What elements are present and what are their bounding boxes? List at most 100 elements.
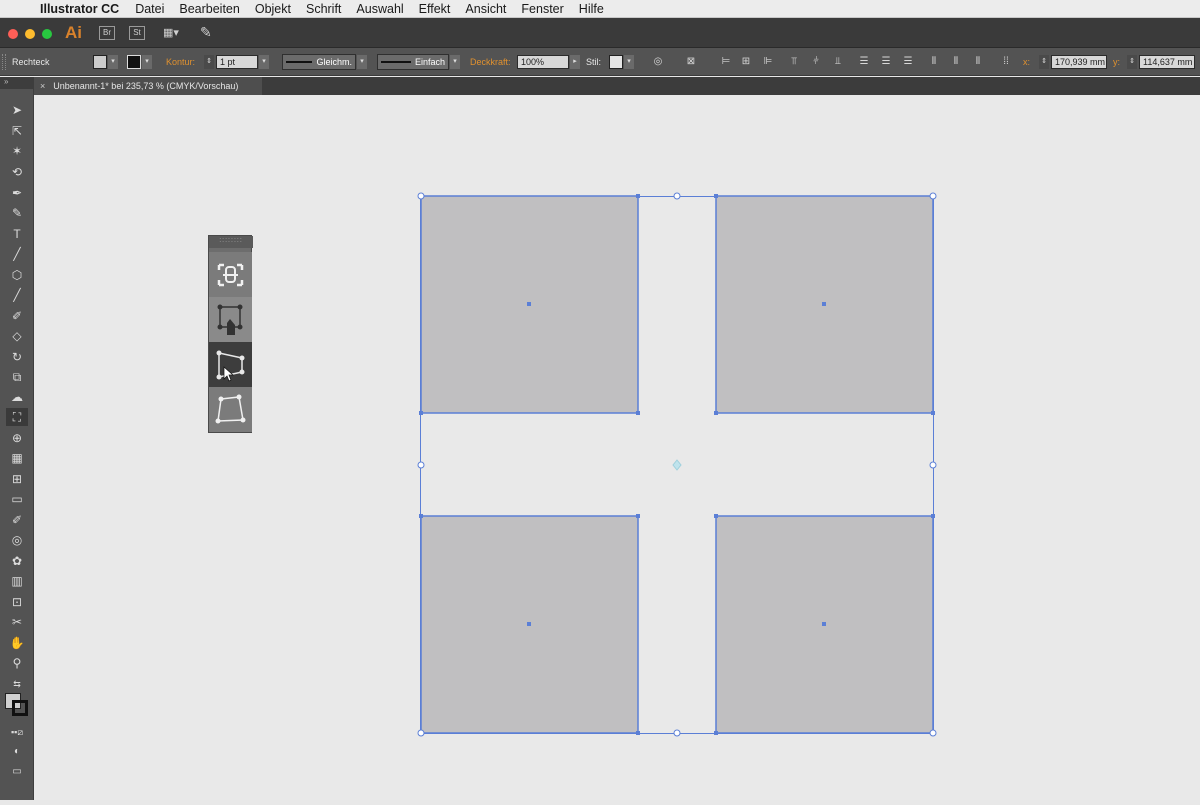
distribute-vcenter-icon[interactable]: ☰ bbox=[880, 56, 892, 68]
close-window-button[interactable] bbox=[8, 29, 18, 39]
eraser-tool-icon[interactable]: ◇ bbox=[6, 327, 28, 345]
slice-tool-icon[interactable]: ✂ bbox=[6, 613, 28, 631]
menu-objekt[interactable]: Objekt bbox=[255, 2, 291, 16]
magic-wand-tool-icon[interactable]: ✶ bbox=[6, 142, 28, 160]
panel-grip-icon[interactable] bbox=[2, 54, 6, 70]
mesh-tool-icon[interactable]: ⊞ bbox=[6, 470, 28, 488]
menu-bearbeiten[interactable]: Bearbeiten bbox=[179, 2, 239, 16]
minimize-window-button[interactable] bbox=[25, 29, 35, 39]
bbox-handle-top-right[interactable] bbox=[929, 192, 937, 200]
anchor-point[interactable] bbox=[714, 411, 718, 415]
menu-auswahl[interactable]: Auswahl bbox=[356, 2, 403, 16]
hand-tool-icon[interactable]: ✋ bbox=[6, 634, 28, 652]
fill-swatch[interactable] bbox=[93, 55, 107, 69]
symbol-sprayer-tool-icon[interactable]: ✿ bbox=[6, 552, 28, 570]
lasso-tool-icon[interactable]: ⟲ bbox=[6, 163, 28, 181]
anchor-point[interactable] bbox=[636, 731, 640, 735]
brush-dropdown-icon[interactable]: ▾ bbox=[450, 55, 460, 69]
align-vcenter-icon[interactable]: ⫩ bbox=[810, 56, 822, 68]
warp-tool-icon[interactable]: ☁ bbox=[6, 388, 28, 406]
brush-definition[interactable]: Einfach bbox=[377, 54, 449, 70]
gpu-performance-icon[interactable]: ✎ bbox=[200, 24, 212, 41]
perspective-grid-tool-icon[interactable]: ▦ bbox=[6, 449, 28, 467]
type-tool-icon[interactable]: T bbox=[6, 225, 28, 243]
x-position-field[interactable]: 170,939 mm bbox=[1051, 55, 1107, 69]
opacity-slider-icon[interactable]: ▸ bbox=[570, 55, 580, 69]
bridge-button[interactable]: Br bbox=[99, 26, 115, 40]
perspective-distort-button[interactable] bbox=[209, 342, 252, 387]
menu-fenster[interactable]: Fenster bbox=[521, 2, 563, 16]
stroke-dropdown-icon[interactable]: ▾ bbox=[142, 55, 152, 69]
zoom-window-button[interactable] bbox=[42, 29, 52, 39]
swap-fill-stroke-icon[interactable]: ⇆ bbox=[6, 675, 28, 693]
zoom-tool-icon[interactable]: ⚲ bbox=[6, 654, 28, 672]
constrain-button[interactable] bbox=[209, 252, 252, 297]
distribute-right-icon[interactable]: ⦀ bbox=[972, 56, 984, 68]
y-label[interactable]: y: bbox=[1113, 57, 1120, 67]
reference-point-icon[interactable]: ⁞⁞ bbox=[1000, 56, 1012, 68]
style-dropdown-icon[interactable]: ▾ bbox=[624, 55, 634, 69]
menu-effekt[interactable]: Effekt bbox=[419, 2, 451, 16]
bbox-handle-top[interactable] bbox=[673, 192, 681, 200]
blend-tool-icon[interactable]: ◎ bbox=[6, 531, 28, 549]
variable-width-profile[interactable]: Gleichm. bbox=[282, 54, 356, 70]
bbox-handle-bottom[interactable] bbox=[673, 729, 681, 737]
stroke-weight-stepper[interactable]: ⇕ bbox=[204, 55, 214, 69]
flyout-grip-icon[interactable]: :::::::: bbox=[209, 236, 253, 248]
distribute-hcenter-icon[interactable]: ⦀ bbox=[950, 56, 962, 68]
anchor-point[interactable] bbox=[636, 194, 640, 198]
profile-dropdown-icon[interactable]: ▾ bbox=[357, 55, 367, 69]
ellipse-tool-icon[interactable]: ⬡ bbox=[6, 266, 28, 284]
artboard-tool-icon[interactable]: ⊡ bbox=[6, 593, 28, 611]
distribute-left-icon[interactable]: ⦀ bbox=[928, 56, 940, 68]
bbox-handle-bottom-left[interactable] bbox=[417, 729, 425, 737]
fill-stroke-indicator[interactable] bbox=[5, 693, 31, 719]
shape-builder-tool-icon[interactable]: ⊕ bbox=[6, 429, 28, 447]
recolor-artwork-icon[interactable]: ◎ bbox=[652, 56, 664, 68]
align-right-icon[interactable]: ⊫ bbox=[762, 56, 774, 68]
opacity-label[interactable]: Deckkraft: bbox=[470, 57, 511, 67]
bbox-handle-left[interactable] bbox=[417, 461, 425, 469]
artwork-svg[interactable] bbox=[34, 95, 1200, 800]
kontur-label[interactable]: Kontur: bbox=[166, 57, 195, 67]
color-gradient-none-icon[interactable]: ▪▪⧄ bbox=[6, 723, 28, 741]
screen-mode-icon[interactable]: ▭ bbox=[6, 763, 28, 781]
eyedropper-tool-icon[interactable]: ✐ bbox=[6, 511, 28, 529]
menu-hilfe[interactable]: Hilfe bbox=[579, 2, 604, 16]
anchor-point[interactable] bbox=[636, 514, 640, 518]
arrange-documents-icon[interactable]: ▦▾ bbox=[163, 26, 185, 40]
anchor-point[interactable] bbox=[714, 194, 718, 198]
drawing-modes-icon[interactable]: ◐ bbox=[6, 743, 28, 761]
x-stepper[interactable]: ⇕ bbox=[1039, 55, 1049, 69]
free-transform-button[interactable] bbox=[209, 297, 252, 342]
fill-dropdown-icon[interactable]: ▾ bbox=[108, 55, 118, 69]
artboard-canvas[interactable] bbox=[34, 95, 1200, 800]
stock-button[interactable]: St bbox=[129, 26, 145, 40]
menu-ansicht[interactable]: Ansicht bbox=[465, 2, 506, 16]
gradient-tool-icon[interactable]: ▭ bbox=[6, 490, 28, 508]
rotate-tool-icon[interactable]: ↻ bbox=[6, 348, 28, 366]
stroke-color-icon[interactable] bbox=[12, 700, 28, 716]
bbox-handle-top-left[interactable] bbox=[417, 192, 425, 200]
shaper-tool-icon[interactable]: ✐ bbox=[6, 307, 28, 325]
bbox-handle-right[interactable] bbox=[929, 461, 937, 469]
direct-selection-tool-icon[interactable]: ⇱ bbox=[6, 122, 28, 140]
stroke-weight-dropdown-icon[interactable]: ▾ bbox=[259, 55, 269, 69]
graphic-style-swatch[interactable] bbox=[609, 55, 623, 69]
free-distort-button[interactable] bbox=[209, 387, 252, 432]
tools-panel-collapse-icon[interactable]: » bbox=[0, 77, 34, 89]
align-top-icon[interactable]: ⫪ bbox=[788, 56, 800, 68]
anchor-point[interactable] bbox=[931, 514, 935, 518]
anchor-point[interactable] bbox=[931, 411, 935, 415]
anchor-point[interactable] bbox=[419, 411, 423, 415]
bbox-handle-bottom-right[interactable] bbox=[929, 729, 937, 737]
selection-tool-icon[interactable]: ➤ bbox=[6, 101, 28, 119]
anchor-point[interactable] bbox=[636, 411, 640, 415]
app-name-menu[interactable]: Illustrator CC bbox=[40, 2, 119, 16]
anchor-point[interactable] bbox=[714, 731, 718, 735]
align-bottom-icon[interactable]: ⫫ bbox=[832, 56, 844, 68]
anchor-point[interactable] bbox=[419, 514, 423, 518]
menu-schrift[interactable]: Schrift bbox=[306, 2, 341, 16]
scale-tool-icon[interactable]: ⧉ bbox=[6, 368, 28, 386]
column-graph-tool-icon[interactable]: ▥ bbox=[6, 572, 28, 590]
